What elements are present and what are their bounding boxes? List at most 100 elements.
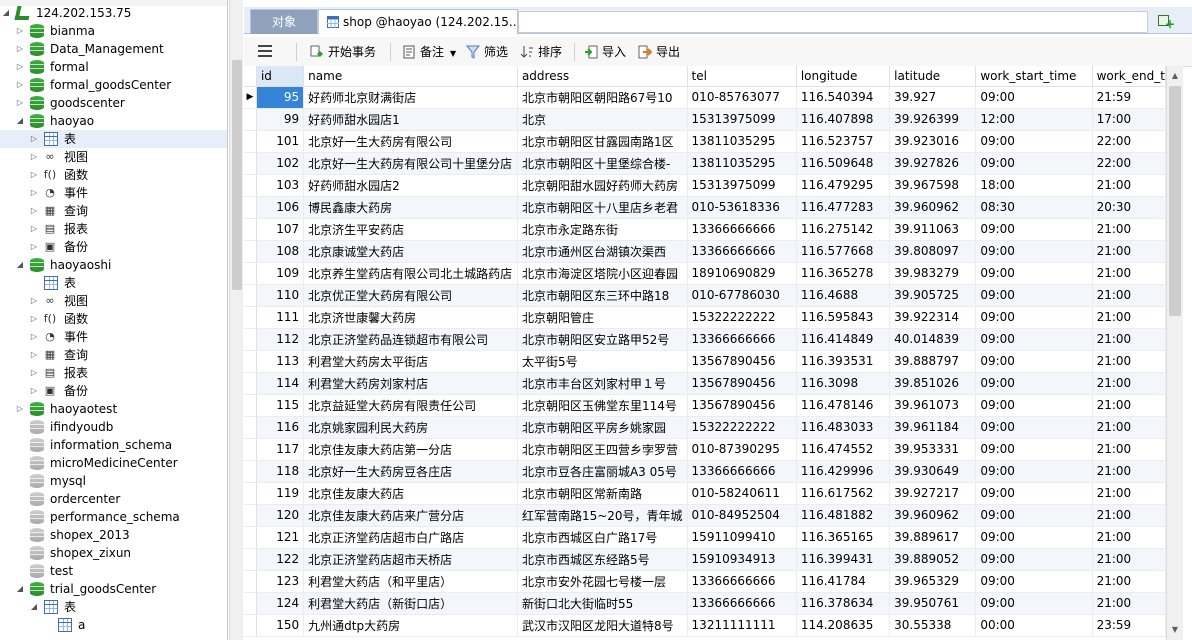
table-row[interactable]: 150 九州通dtp大药房 武汉市汉阳区龙阳大道特8号 13211111111 114.… bbox=[244, 614, 1166, 637]
row-header[interactable] bbox=[244, 284, 257, 307]
cell-name[interactable]: 利君堂大药店（新街口店） bbox=[303, 592, 518, 615]
tree-item-db-haoyaotest[interactable]: ▷ haoyaotest bbox=[0, 400, 227, 418]
tree-item-db-goodscenter[interactable]: ▷ goodscenter bbox=[0, 94, 227, 112]
cell-tel[interactable]: 15322222222 bbox=[687, 416, 797, 439]
cell-address[interactable]: 北京市朝阳区甘露园南路1区 bbox=[517, 130, 688, 153]
cell-name[interactable]: 好药师甜水园店1 bbox=[303, 108, 518, 131]
row-header[interactable] bbox=[244, 306, 257, 329]
column-header-tel[interactable]: tel bbox=[687, 66, 797, 87]
table-row[interactable]: 112 北京正济堂药品连锁超市有限公司 北京市朝阳区安立路甲52号 133666666… bbox=[244, 328, 1166, 351]
cell-latitude[interactable]: 39.922314 bbox=[889, 306, 977, 329]
cell-longitude[interactable]: 116.41784 bbox=[796, 570, 891, 593]
tree-item-db-microMedicineCenter[interactable]: microMedicineCenter bbox=[0, 454, 227, 472]
cell-address[interactable]: 北京朝阳区玉佛堂东里114号 bbox=[517, 394, 688, 417]
tree-item-haoyaoshi-function[interactable]: ▷ f() 函数 bbox=[0, 310, 227, 328]
column-header-name[interactable]: name bbox=[303, 66, 518, 87]
data-grid[interactable]: id name address tel longitude latitude work_st… bbox=[244, 66, 1166, 640]
cell-work_start_time[interactable]: 09:00 bbox=[975, 482, 1093, 505]
cell-tel[interactable]: 13366666666 bbox=[687, 218, 797, 241]
cell-tel[interactable]: 15322222222 bbox=[687, 306, 797, 329]
cell-tel[interactable]: 13366666666 bbox=[687, 570, 797, 593]
table-row[interactable]: 108 北京康诚堂大药店 北京市通州区台湖镇次渠西 13366666666 116.57… bbox=[244, 240, 1166, 263]
table-row[interactable]: 103 好药师甜水园店2 北京朝阳甜水园好药师大药房 15313975099 116.4… bbox=[244, 174, 1166, 197]
cell-id[interactable]: 119 bbox=[256, 482, 305, 505]
cell-work_end_t[interactable]: 21:00 bbox=[1092, 218, 1166, 241]
cell-latitude[interactable]: 39.965329 bbox=[889, 570, 977, 593]
cell-latitude[interactable]: 39.889052 bbox=[889, 548, 977, 571]
scroll-up-icon[interactable]: ▲ bbox=[1167, 68, 1183, 84]
cell-work_start_time[interactable]: 09:00 bbox=[975, 504, 1093, 527]
expand-arrow-icon[interactable]: ▷ bbox=[14, 76, 26, 94]
cell-id[interactable]: 107 bbox=[256, 218, 305, 241]
row-header[interactable] bbox=[244, 372, 257, 395]
cell-name[interactable]: 北京佳友康大药店 bbox=[303, 482, 518, 505]
row-header[interactable] bbox=[244, 592, 257, 615]
cell-work_start_time[interactable]: 09:00 bbox=[975, 152, 1093, 175]
cell-work_end_t[interactable]: 21:00 bbox=[1092, 174, 1166, 197]
tab-shop-table[interactable]: shop @haoyao (124.202.15... bbox=[318, 9, 518, 34]
table-row[interactable]: 117 北京佳友康大药店第一分店 北京市朝阳区王四营乡孛罗营 010-87390295… bbox=[244, 438, 1166, 461]
cell-work_end_t[interactable]: 21:00 bbox=[1092, 460, 1166, 483]
row-header[interactable] bbox=[244, 350, 257, 373]
tree-item-db-bianma[interactable]: ▷ bianma bbox=[0, 22, 227, 40]
cell-name[interactable]: 利君堂大药店（和平里店） bbox=[303, 570, 518, 593]
cell-address[interactable]: 新街口北大街临时55 bbox=[517, 592, 688, 615]
expand-arrow-icon[interactable]: ▷ bbox=[28, 130, 40, 148]
grid-scrollbar-thumb[interactable] bbox=[1169, 86, 1181, 316]
collapse-arrow-icon[interactable]: ◢ bbox=[28, 598, 40, 616]
scroll-down-icon[interactable]: ▼ bbox=[1167, 622, 1183, 638]
row-header[interactable] bbox=[244, 152, 257, 175]
expand-arrow-icon[interactable]: ▷ bbox=[28, 346, 40, 364]
cell-latitude[interactable]: 39.911063 bbox=[889, 218, 977, 241]
cell-longitude[interactable]: 116.477283 bbox=[796, 196, 891, 219]
cell-id[interactable]: 95 bbox=[256, 86, 305, 109]
cell-name[interactable]: 北京佳友康大药店第一分店 bbox=[303, 438, 518, 461]
cell-id[interactable]: 120 bbox=[256, 504, 305, 527]
row-header[interactable] bbox=[244, 174, 257, 197]
cell-latitude[interactable]: 39.905725 bbox=[889, 284, 977, 307]
table-row[interactable]: 120 北京佳友康大药店来广营分店 红军营南路15~20号，青年城 010-84952… bbox=[244, 504, 1166, 527]
cell-longitude[interactable]: 116.577668 bbox=[796, 240, 891, 263]
tree-item-db-performance_schema[interactable]: performance_schema bbox=[0, 508, 227, 526]
cell-tel[interactable]: 010-87390295 bbox=[687, 438, 797, 461]
cell-longitude[interactable]: 116.393531 bbox=[796, 350, 891, 373]
cell-name[interactable]: 北京养生堂药店有限公司北土城路药店 bbox=[303, 262, 518, 285]
cell-address[interactable]: 北京市朝阳区东三环中路18 bbox=[517, 284, 688, 307]
cell-address[interactable]: 北京市朝阳区十八里店乡老君 bbox=[517, 196, 688, 219]
cell-id[interactable]: 101 bbox=[256, 130, 305, 153]
cell-longitude[interactable]: 114.208635 bbox=[796, 614, 891, 637]
tree-item-haoyao-event[interactable]: ▷ ◔ 事件 bbox=[0, 184, 227, 202]
row-header[interactable] bbox=[244, 196, 257, 219]
cell-work_start_time[interactable]: 00:00 bbox=[975, 614, 1093, 637]
column-header-address[interactable]: address bbox=[517, 66, 688, 87]
cell-address[interactable]: 北京市海淀区塔院小区迎春园 bbox=[517, 262, 688, 285]
table-row[interactable]: 124 利君堂大药店（新街口店） 新街口北大街临时55 13366666666 116.… bbox=[244, 592, 1166, 615]
cell-work_end_t[interactable]: 21:00 bbox=[1092, 262, 1166, 285]
sort-button[interactable]: 排序 bbox=[520, 43, 562, 61]
cell-latitude[interactable]: 39.851026 bbox=[889, 372, 977, 395]
table-row[interactable]: 101 北京好一生大药房有限公司 北京市朝阳区甘露园南路1区 13811035295 1… bbox=[244, 130, 1166, 153]
cell-tel[interactable]: 13366666666 bbox=[687, 592, 797, 615]
cell-work_start_time[interactable]: 09:00 bbox=[975, 262, 1093, 285]
cell-id[interactable]: 106 bbox=[256, 196, 305, 219]
cell-id[interactable]: 115 bbox=[256, 394, 305, 417]
cell-tel[interactable]: 13567890456 bbox=[687, 350, 797, 373]
cell-tel[interactable]: 010-85763077 bbox=[687, 86, 797, 109]
cell-tel[interactable]: 13366666666 bbox=[687, 240, 797, 263]
row-header[interactable] bbox=[244, 416, 257, 439]
row-header[interactable] bbox=[244, 570, 257, 593]
begin-transaction-button[interactable]: 开始事务 bbox=[310, 43, 376, 61]
expand-arrow-icon[interactable]: ▷ bbox=[28, 238, 40, 256]
cell-work_end_t[interactable]: 22:00 bbox=[1092, 130, 1166, 153]
cell-work_start_time[interactable]: 09:00 bbox=[975, 306, 1093, 329]
cell-longitude[interactable]: 116.3098 bbox=[796, 372, 891, 395]
table-row[interactable]: 106 博民鑫康大药房 北京市朝阳区十八里店乡老君 010-53618336 116.4… bbox=[244, 196, 1166, 219]
tree-item-db-information_schema[interactable]: information_schema bbox=[0, 436, 227, 454]
cell-work_start_time[interactable]: 09:00 bbox=[975, 548, 1093, 571]
cell-id[interactable]: 123 bbox=[256, 570, 305, 593]
cell-longitude[interactable]: 116.523757 bbox=[796, 130, 891, 153]
cell-address[interactable]: 北京朝阳管庄 bbox=[517, 306, 688, 329]
column-header-longitude[interactable]: longitude bbox=[796, 66, 891, 87]
table-row[interactable]: 123 利君堂大药店（和平里店） 北京市安外花园七号楼一层 13366666666 11… bbox=[244, 570, 1166, 593]
column-header-work_start_time[interactable]: work_start_time bbox=[975, 66, 1093, 87]
